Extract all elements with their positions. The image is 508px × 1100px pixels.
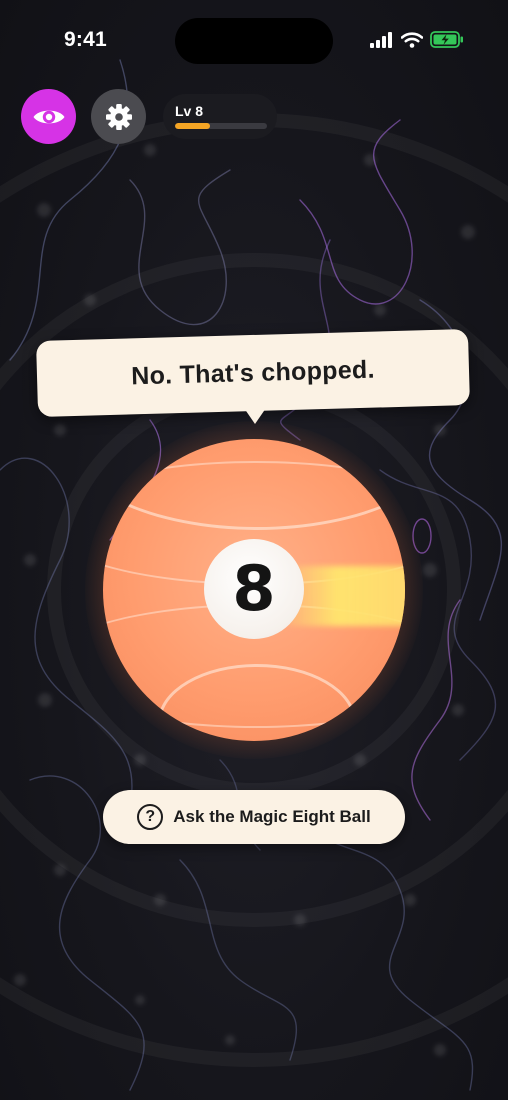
ask-button[interactable]: ? Ask the Magic Eight Ball (103, 790, 405, 844)
ball-light-band (288, 566, 405, 626)
ask-button-label: Ask the Magic Eight Ball (173, 807, 371, 826)
answer-text: No. That's chopped. (130, 355, 376, 390)
ball-number-disc: 8 (204, 539, 304, 639)
eye-icon (33, 110, 64, 123)
wifi-icon (401, 31, 423, 48)
status-icons (370, 31, 464, 48)
battery-charging-icon (430, 31, 463, 48)
level-progress-fill (175, 123, 210, 129)
question-icon: ? (137, 804, 164, 830)
level-indicator: Lv 8 (163, 94, 277, 139)
signal-icon (370, 31, 392, 48)
eye-button[interactable] (21, 89, 76, 144)
gear-icon (105, 103, 132, 130)
dynamic-island (175, 18, 333, 64)
ball-number: 8 (232, 552, 276, 625)
settings-button[interactable] (91, 89, 146, 144)
level-progress-track (175, 123, 267, 129)
answer-bubble: No. That's chopped. (36, 328, 470, 418)
level-label: Lv 8 (175, 103, 204, 119)
magic-eight-ball[interactable]: 8 (85, 421, 423, 759)
ball-body[interactable]: 8 (103, 439, 405, 741)
app-screen: 9:41 Lv 8 No. That's chopped. 8 ? Ask th… (0, 0, 508, 1100)
status-time: 9:41 (64, 28, 107, 51)
